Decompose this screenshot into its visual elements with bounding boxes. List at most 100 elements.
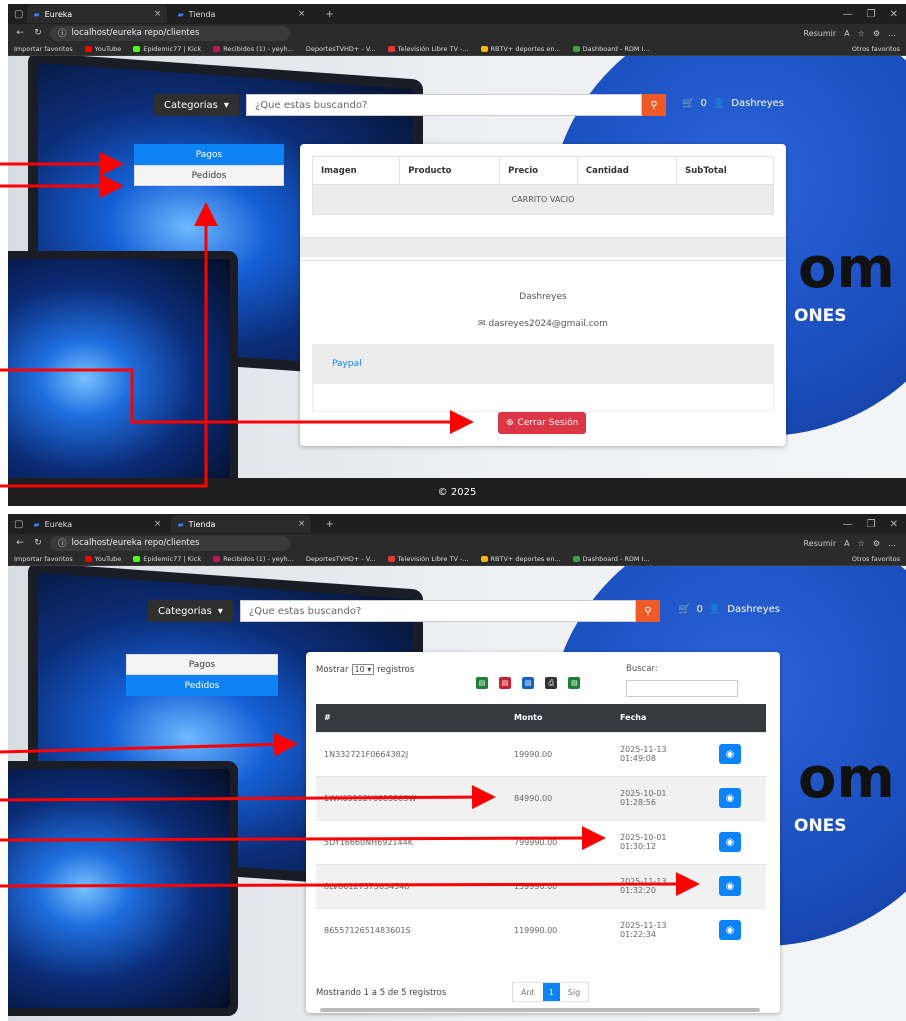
bookmark-item[interactable]: Recibidos (1) - yeyh... — [213, 555, 294, 563]
copy-icon[interactable]: ▤ — [476, 677, 488, 689]
bookmark-item[interactable]: Epidemic77 | Kick — [133, 555, 201, 563]
cart-table: Imagen Producto Precio Cantidad SubTotal… — [311, 156, 774, 215]
menu-pagos[interactable]: Pagos — [126, 654, 278, 675]
search-input[interactable]: ¿Que estas buscando? — [240, 600, 636, 622]
times-circle-icon: ⊗ — [506, 418, 514, 428]
tab-eureka[interactable]: ▰ Eureka × — [27, 515, 167, 533]
bookmark-item[interactable]: Dashboard - RDM I... — [572, 555, 650, 563]
extensions-icon[interactable]: ⚙ — [873, 29, 880, 38]
more-icon[interactable]: … — [888, 29, 896, 38]
other-favorites[interactable]: Otros favoritos — [852, 555, 900, 563]
summarize-button[interactable]: Resumir — [804, 29, 837, 38]
eye-icon: ◉ — [725, 924, 735, 936]
read-aloud-icon[interactable]: A — [844, 29, 849, 38]
more-icon[interactable]: … — [888, 539, 896, 548]
tab-eureka[interactable]: ▰ Eureka × — [27, 5, 168, 23]
favorite-icon[interactable]: ☆ — [858, 539, 865, 548]
eye-icon: ◉ — [725, 792, 735, 804]
close-tab-icon[interactable]: × — [154, 519, 162, 529]
cart-link[interactable]: 🛒 0 👤 Dashreyes — [678, 604, 780, 615]
logout-button[interactable]: ⊗ Cerrar Sesión — [498, 412, 587, 434]
bookmark-item[interactable]: YouTube — [84, 555, 121, 563]
page-1[interactable]: 1 — [542, 983, 560, 1001]
column-header[interactable]: Monto — [506, 704, 612, 732]
bookmark-item[interactable]: Recibidos (1) - yeyh... — [213, 45, 294, 53]
tab-tienda[interactable]: ▰ Tienda × — [171, 515, 312, 533]
bookmark-item[interactable]: DeportesTVHD+ - V... — [306, 45, 376, 53]
url-field[interactable]: ⓘ localhost/eureka repo/clientes — [50, 25, 290, 41]
other-favorites[interactable]: Otros favoritos — [852, 45, 900, 53]
table-search-input[interactable] — [626, 680, 738, 697]
new-tab-icon[interactable]: + — [325, 519, 333, 530]
view-order-button[interactable]: ◉ — [719, 788, 741, 808]
bookmark-item[interactable]: Epidemic77 | Kick — [133, 45, 201, 53]
close-window-icon[interactable]: ✕ — [890, 519, 898, 530]
reload-icon[interactable]: ↻ — [32, 28, 44, 38]
window-icon[interactable]: ▢ — [14, 519, 23, 530]
screenshot-cart: ▢ ▰ Eureka × ▰ Tienda × + — ❐ ✕ ← ↻ ⓘ localho… — [8, 4, 906, 506]
page-length-select[interactable]: 10 ▾ — [351, 664, 375, 675]
youtube-icon — [84, 555, 92, 562]
profile-email: ✉ dasreyes2024@gmail.com — [478, 319, 608, 329]
pdf-icon[interactable]: ▤ — [499, 677, 512, 689]
dashboard-icon — [572, 45, 580, 52]
search-input[interactable]: ¿Que estas buscando? — [246, 94, 642, 116]
summarize-button[interactable]: Resumir — [804, 539, 837, 548]
view-order-button[interactable]: ◉ — [719, 832, 741, 852]
favorite-icon[interactable]: ☆ — [858, 29, 865, 38]
excel-icon[interactable]: ▤ — [568, 677, 581, 689]
prev-page[interactable]: Ant — [513, 988, 543, 997]
page-length: Mostrar 10 ▾ registros — [316, 664, 415, 675]
minimize-icon[interactable]: — — [843, 519, 853, 530]
view-order-button[interactable]: ◉ — [719, 920, 741, 941]
print-icon[interactable]: ⎙ — [545, 677, 558, 689]
bookmark-item[interactable]: RBTV+ deportes en... — [480, 555, 561, 563]
read-aloud-icon[interactable]: A — [844, 539, 849, 548]
menu-pagos[interactable]: Pagos — [134, 144, 284, 165]
column-header[interactable]: Fecha — [612, 704, 694, 732]
close-window-icon[interactable]: ✕ — [890, 9, 898, 20]
background-sub-text: ONES — [794, 816, 847, 836]
back-icon[interactable]: ← — [14, 538, 26, 548]
menu-pedidos[interactable]: Pedidos — [134, 165, 284, 186]
reload-icon[interactable]: ↻ — [32, 538, 44, 548]
window-icon[interactable]: ▢ — [14, 9, 23, 20]
close-tab-icon[interactable]: × — [154, 9, 162, 19]
close-tab-icon[interactable]: × — [298, 519, 306, 529]
next-page[interactable]: Sig — [560, 988, 588, 997]
bookmark-item[interactable]: RBTV+ deportes en... — [480, 45, 561, 53]
restore-icon[interactable]: ❐ — [867, 519, 876, 530]
bookmark-item[interactable]: Importar favoritos — [14, 555, 73, 563]
menu-pedidos[interactable]: Pedidos — [126, 675, 278, 696]
bookmark-item[interactable]: Dashboard - RDM I... — [572, 45, 650, 53]
column-header: Cantidad — [576, 156, 678, 185]
view-order-button[interactable]: ◉ — [719, 744, 741, 764]
minimize-icon[interactable]: — — [843, 9, 853, 20]
bookmark-item[interactable]: Importar favoritos — [14, 45, 73, 53]
info-icon: ⓘ — [58, 539, 67, 549]
column-header[interactable]: # — [316, 704, 506, 732]
horizontal-scrollbar[interactable] — [320, 1008, 760, 1012]
categories-dropdown[interactable]: Categorias ▾ — [154, 94, 239, 116]
cart-link[interactable]: 🛒 0 👤 Dashreyes — [682, 98, 784, 109]
view-order-button[interactable]: ◉ — [719, 876, 741, 896]
bookmark-item[interactable]: DeportesTVHD+ - V... — [306, 555, 376, 563]
back-icon[interactable]: ← — [14, 28, 26, 38]
extensions-icon[interactable]: ⚙ — [873, 539, 880, 548]
bookmark-item[interactable]: Televisión Libre TV -... — [387, 45, 469, 53]
search-button[interactable]: ⚲ — [642, 94, 666, 116]
tab-tienda[interactable]: ▰ Tienda × — [171, 5, 311, 23]
search-button[interactable]: ⚲ — [636, 600, 660, 622]
tab-bar: ▢ ▰ Eureka × ▰ Tienda × + — ❐ ✕ — [8, 514, 906, 534]
close-tab-icon[interactable]: × — [298, 9, 306, 19]
bookmark-item[interactable]: YouTube — [84, 45, 121, 53]
new-tab-icon[interactable]: + — [325, 9, 333, 20]
restore-icon[interactable]: ❐ — [867, 9, 876, 20]
paypal-link[interactable]: Paypal — [312, 344, 774, 384]
word-icon[interactable]: ▤ — [522, 677, 535, 689]
eye-icon: ◉ — [725, 748, 735, 760]
url-field[interactable]: ⓘ localhost/eureka repo/clientes — [50, 535, 290, 551]
categories-dropdown[interactable]: Categorias ▾ — [148, 600, 233, 622]
bookmark-item[interactable]: Televisión Libre TV -... — [387, 555, 469, 563]
orders-panel: Mostrar 10 ▾ registros ▤ ▤ ▤ ⎙ ▤ Buscar:… — [306, 652, 780, 1013]
